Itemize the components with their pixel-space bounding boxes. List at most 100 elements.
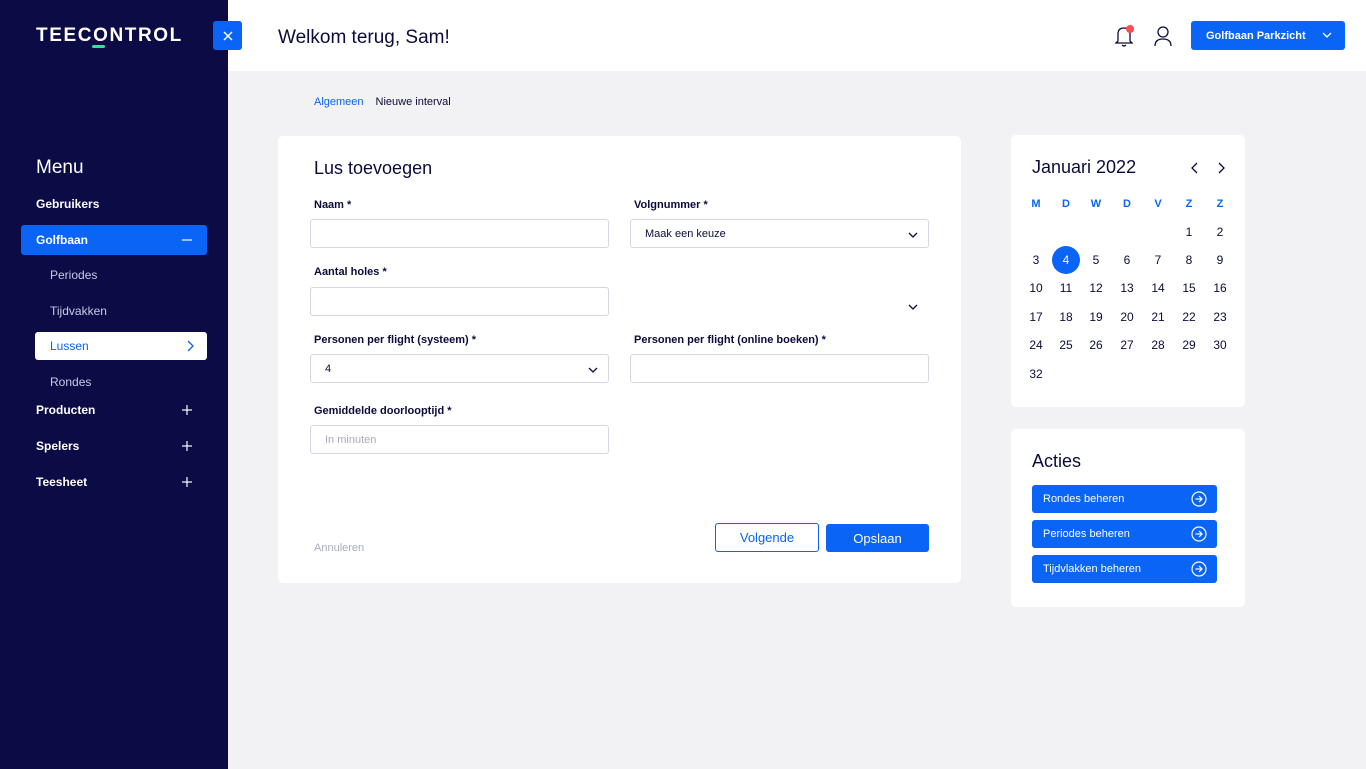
club-selector[interactable]: Golfbaan Parkzicht (1191, 21, 1345, 50)
calendar-day[interactable]: 1 (1175, 218, 1203, 246)
expand-plus-icon (181, 404, 193, 416)
sidebar-item-teesheet[interactable]: Teesheet (21, 467, 207, 497)
calendar-day[interactable]: 28 (1144, 331, 1172, 359)
chevron-left-icon (1191, 162, 1198, 174)
calendar-day[interactable]: 23 (1206, 303, 1234, 331)
arrow-circle-right-icon (1191, 491, 1207, 507)
calendar-day[interactable]: 24 (1022, 331, 1050, 359)
sidebar-item-label: Producten (36, 403, 96, 417)
actions-title: Acties (1032, 451, 1082, 471)
naam-input[interactable] (310, 219, 609, 248)
calendar-weekday: D (1062, 198, 1070, 210)
tijdvlakken-beheren-button[interactable]: Tijdvlakken beheren (1032, 555, 1217, 583)
personen-online-label: Personen per flight (online boeken) * (634, 334, 826, 346)
calendar-weekday: M (1031, 198, 1041, 210)
calendar-day[interactable]: 30 (1206, 331, 1234, 359)
calendar-prev-button[interactable] (1191, 162, 1199, 174)
chevron-down-icon (1322, 30, 1332, 42)
calendar-month-title: Januari 2022 (1032, 157, 1137, 177)
user-profile-button[interactable] (1153, 25, 1173, 47)
top-header: Welkom terug, Sam! Golfbaan Parkzicht (228, 0, 1366, 71)
sidebar-subitem-label: Periodes (50, 268, 98, 282)
calendar-day[interactable]: 11 (1052, 274, 1080, 302)
calendar-day[interactable]: 12 (1082, 274, 1110, 302)
calendar-day[interactable]: 25 (1052, 331, 1080, 359)
arrow-circle-right-icon (1191, 526, 1207, 542)
action-label: Periodes beheren (1043, 528, 1130, 540)
close-icon (223, 31, 232, 40)
calendar-day[interactable]: 14 (1144, 274, 1172, 302)
close-sidebar-button[interactable] (213, 21, 242, 50)
calendar-day[interactable]: 3 (1022, 246, 1050, 274)
sidebar: TEECONTROL Menu Gebruikers Golfbaan Peri… (0, 0, 228, 769)
sidebar-item-golfbaan[interactable]: Golfbaan (21, 225, 207, 255)
personen-systeem-label: Personen per flight (systeem) * (314, 334, 476, 346)
sidebar-subitem-periodes[interactable]: Periodes (35, 261, 207, 289)
calendar-day[interactable]: 9 (1206, 246, 1234, 274)
personen-systeem-select[interactable]: 4 (310, 354, 609, 383)
club-selector-label: Golfbaan Parkzicht (1206, 29, 1306, 42)
breadcrumb-current: Nieuwe interval (375, 96, 451, 108)
calendar-day[interactable]: 6 (1113, 246, 1141, 274)
chevron-right-icon (186, 340, 194, 352)
calendar-day[interactable]: 19 (1082, 303, 1110, 331)
calendar-day[interactable]: 7 (1144, 246, 1172, 274)
chevron-down-icon[interactable] (908, 298, 918, 316)
sidebar-item-label: Gebruikers (36, 197, 100, 211)
calendar-day[interactable]: 29 (1175, 331, 1203, 359)
calendar-day[interactable]: 10 (1022, 274, 1050, 302)
calendar-weekday: Z (1185, 198, 1193, 210)
sidebar-subitem-label: Tijdvakken (50, 304, 107, 318)
calendar-day[interactable]: 2 (1206, 218, 1234, 246)
doorlooptijd-label: Gemiddelde doorlooptijd * (314, 405, 452, 417)
sidebar-item-gebruikers[interactable]: Gebruikers (21, 189, 207, 219)
sidebar-subitem-tijdvakken[interactable]: Tijdvakken (35, 297, 207, 325)
logo: TEECONTROL (36, 25, 183, 46)
calendar-day[interactable]: 15 (1175, 274, 1203, 302)
calendar-next-button[interactable] (1217, 162, 1225, 174)
expand-plus-icon (181, 476, 193, 488)
sidebar-subitem-lussen[interactable]: Lussen (35, 332, 207, 360)
form-title: Lus toevoegen (314, 158, 433, 178)
calendar-day[interactable]: 17 (1022, 303, 1050, 331)
actions-card: Acties Rondes beheren Periodes beheren T… (1011, 429, 1245, 607)
action-label: Tijdvlakken beheren (1043, 563, 1142, 575)
notifications-button[interactable] (1114, 24, 1134, 48)
next-button[interactable]: Volgende (715, 523, 819, 552)
calendar-weekday: V (1154, 198, 1162, 210)
notification-badge (1126, 25, 1134, 33)
save-button[interactable]: Opslaan (826, 524, 929, 552)
calendar-day[interactable]: 21 (1144, 303, 1172, 331)
chevron-down-icon (908, 230, 918, 242)
aantal-holes-input[interactable] (310, 287, 609, 316)
sidebar-item-label: Golfbaan (36, 233, 89, 247)
sidebar-subitem-rondes[interactable]: Rondes (35, 368, 207, 396)
rondes-beheren-button[interactable]: Rondes beheren (1032, 485, 1217, 513)
calendar-weekday: W (1090, 198, 1102, 210)
calendar-day[interactable]: 16 (1206, 274, 1234, 302)
volgnummer-value: Maak een keuze (645, 227, 726, 240)
volgnummer-select[interactable]: Maak een keuze (630, 219, 929, 248)
personen-online-input[interactable] (630, 354, 929, 383)
add-loop-form-card: Lus toevoegen Naam * Volgnummer * Maak e… (278, 136, 961, 583)
sidebar-subitem-label: Lussen (50, 339, 89, 353)
calendar-card: Januari 2022 M D W D V Z Z 1 2 3 4 5 6 7 8 9 10 11 12 13 14 1… (1011, 135, 1245, 407)
sidebar-item-spelers[interactable]: Spelers (21, 431, 207, 461)
calendar-day[interactable]: 5 (1082, 246, 1110, 274)
periodes-beheren-button[interactable]: Periodes beheren (1032, 520, 1217, 548)
menu-title: Menu (36, 157, 84, 178)
calendar-day[interactable]: 27 (1113, 331, 1141, 359)
calendar-day[interactable]: 32 (1022, 360, 1050, 388)
calendar-day[interactable]: 13 (1113, 274, 1141, 302)
calendar-day[interactable]: 8 (1175, 246, 1203, 274)
calendar-day[interactable]: 22 (1175, 303, 1203, 331)
doorlooptijd-input[interactable]: In minuten (310, 425, 609, 454)
calendar-day[interactable]: 18 (1052, 303, 1080, 331)
sidebar-item-producten[interactable]: Producten (21, 395, 207, 425)
calendar-day-selected[interactable]: 4 (1052, 246, 1080, 274)
calendar-day[interactable]: 26 (1082, 331, 1110, 359)
calendar-day[interactable]: 20 (1113, 303, 1141, 331)
cancel-button[interactable]: Annuleren (314, 542, 364, 554)
breadcrumb-parent-link[interactable]: Algemeen (314, 96, 364, 108)
naam-label: Naam * (314, 199, 352, 211)
